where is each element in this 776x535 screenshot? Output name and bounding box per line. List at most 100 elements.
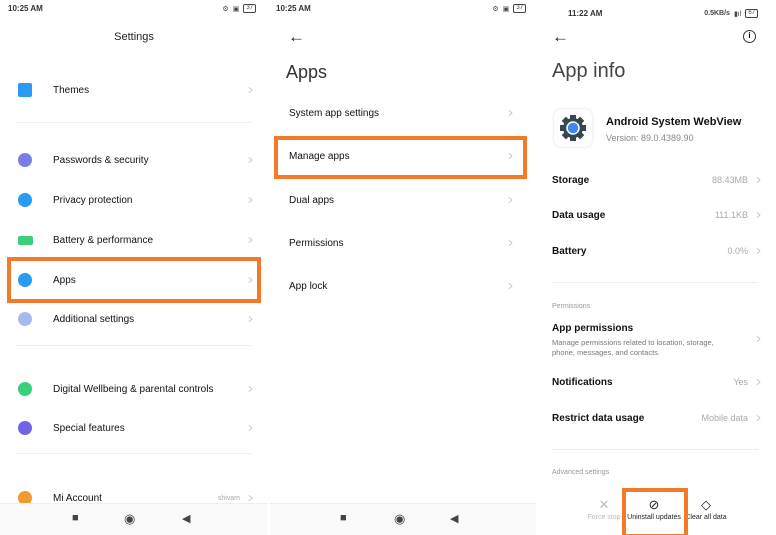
page-title: Settings xyxy=(114,31,154,43)
battery-icon xyxy=(18,235,33,245)
apps-item-label: Permissions xyxy=(289,237,344,249)
settings-item-privacy-protection[interactable]: Privacy protection > xyxy=(0,185,268,215)
chevron-right-icon: > xyxy=(508,236,513,250)
fingerprint-icon xyxy=(18,153,32,167)
chevron-right-icon: > xyxy=(756,244,761,258)
apps-item-label: System app settings xyxy=(289,107,380,119)
app-permissions-desc: phone, messages, and contacts. xyxy=(552,348,660,357)
shield-icon xyxy=(18,193,32,207)
themes-icon xyxy=(18,83,32,97)
stat-value: 0.0% xyxy=(727,246,748,256)
notifications-row[interactable]: Notifications Yes > xyxy=(538,367,776,397)
flask-icon xyxy=(18,421,32,435)
info-icon[interactable]: i xyxy=(743,30,756,43)
apps-item-app-lock[interactable]: App lock > xyxy=(270,271,536,301)
stat-value: 88.43MB xyxy=(711,175,748,185)
settings-item-label: Apps xyxy=(53,274,76,286)
back-button[interactable]: ◀ xyxy=(182,512,190,525)
chevron-right-icon: > xyxy=(508,149,513,163)
section-advanced: Advanced settings xyxy=(552,469,610,476)
settings-item-label: Special features xyxy=(53,422,125,434)
chevron-right-icon: > xyxy=(248,83,253,97)
nav-bar: ■ ◉ ◀ xyxy=(0,503,268,535)
page-title: App info xyxy=(552,60,626,82)
app-permissions-row[interactable]: App permissions Manage permissions relat… xyxy=(538,320,776,362)
chevron-right-icon: > xyxy=(756,411,761,425)
app-permissions-desc: Manage permissions related to location, … xyxy=(552,338,714,347)
divider xyxy=(16,122,252,123)
gear-icon xyxy=(18,273,32,287)
chevron-right-icon: > xyxy=(508,193,513,207)
apps-item-permissions[interactable]: Permissions > xyxy=(270,228,536,258)
app-info-screen: 11:22 AM 0.5KB/s ▮ıl 67 ← i App info Andro… xyxy=(538,0,776,535)
settings-item-passwords-security[interactable]: Passwords & security > xyxy=(0,145,268,175)
stat-label: Battery xyxy=(552,245,587,257)
apps-item-label: Dual apps xyxy=(289,194,335,206)
restrict-data-label: Restrict data usage xyxy=(552,412,645,424)
settings-item-battery-performance[interactable]: Battery & performance > xyxy=(0,225,268,255)
divider xyxy=(552,282,758,283)
apps-item-system-app-settings[interactable]: System app settings > xyxy=(270,98,536,128)
notifications-value: Yes xyxy=(733,377,748,387)
status-time: 10:25 AM xyxy=(8,4,43,13)
clear-all-data-button[interactable]: ◇ Clear all data xyxy=(671,497,741,521)
net-speed: 0.5KB/s xyxy=(704,10,730,17)
back-arrow-icon[interactable]: ← xyxy=(552,27,569,47)
divider xyxy=(16,345,252,346)
battery-level: 37 xyxy=(513,4,526,13)
settings-item-label: Privacy protection xyxy=(53,194,133,206)
status-time: 11:22 AM xyxy=(568,9,603,18)
action-label: Clear all data xyxy=(685,514,727,521)
settings-item-digital-wellbeing-parental-controls[interactable]: Digital Wellbeing & parental controls > xyxy=(0,374,268,404)
chevron-right-icon: > xyxy=(508,106,513,120)
chevron-right-icon: > xyxy=(248,382,253,396)
settings-screen: 10:25 AM ⚙ ▣ 37 Settings Themes > Password… xyxy=(0,0,268,535)
chevron-right-icon: > xyxy=(248,233,253,247)
status-icons: ⚙ ▣ 37 xyxy=(222,4,256,13)
apps-screen: 10:25 AM ⚙ ▣ 37 ← Apps System app settings… xyxy=(270,0,536,535)
battery-level: 37 xyxy=(243,4,256,13)
settings-item-label: Digital Wellbeing & parental controls xyxy=(53,383,214,395)
status-icons: ⚙ ▣ 37 xyxy=(492,4,526,13)
app-permissions-label: App permissions xyxy=(552,323,634,334)
recents-button[interactable]: ■ xyxy=(72,512,79,524)
restrict-data-value: Mobile data xyxy=(701,413,748,423)
chevron-right-icon: > xyxy=(756,375,761,389)
apps-item-dual-apps[interactable]: Dual apps > xyxy=(270,185,536,215)
apps-item-label: App lock xyxy=(289,280,328,292)
back-button[interactable]: ◀ xyxy=(450,512,458,525)
settings-item-additional-settings[interactable]: Additional settings > xyxy=(0,304,268,334)
settings-item-label: Themes xyxy=(53,84,90,96)
chevron-right-icon: > xyxy=(248,312,253,326)
restrict-data-row[interactable]: Restrict data usage Mobile data > xyxy=(538,403,776,433)
chevron-right-icon: > xyxy=(248,421,253,435)
stat-label: Storage xyxy=(552,174,590,186)
home-button[interactable]: ◉ xyxy=(394,511,405,527)
chevron-right-icon: > xyxy=(248,153,253,167)
apps-item-manage-apps[interactable]: Manage apps > xyxy=(270,141,536,171)
back-arrow-icon[interactable]: ← xyxy=(288,27,305,47)
more-icon xyxy=(18,312,32,326)
settings-item-special-features[interactable]: Special features > xyxy=(0,413,268,443)
chevron-right-icon: > xyxy=(248,193,253,207)
section-permissions: Permissions xyxy=(552,303,591,310)
chevron-right-icon: > xyxy=(756,332,761,346)
chevron-right-icon: > xyxy=(756,173,761,187)
chevron-right-icon: > xyxy=(248,273,253,287)
page-title: Apps xyxy=(286,62,328,82)
home-button[interactable]: ◉ xyxy=(124,511,135,527)
wellbeing-icon xyxy=(18,382,32,396)
recents-button[interactable]: ■ xyxy=(340,512,347,524)
settings-item-apps[interactable]: Apps > xyxy=(0,265,268,295)
chevron-right-icon: > xyxy=(756,208,761,222)
settings-item-themes[interactable]: Themes > xyxy=(0,75,268,105)
stat-value: 111.1KB xyxy=(714,210,748,220)
storage-row[interactable]: Storage 88.43MB > xyxy=(538,165,776,195)
data-usage-row[interactable]: Data usage 111.1KB > xyxy=(538,200,776,230)
settings-item-label: Mi Account xyxy=(53,492,102,504)
divider xyxy=(16,453,252,454)
app-version: Version: 89.0.4389.90 xyxy=(606,133,694,143)
stat-label: Data usage xyxy=(552,209,606,221)
settings-item-label: Passwords & security xyxy=(53,154,149,166)
battery-row[interactable]: Battery 0.0% > xyxy=(538,236,776,266)
